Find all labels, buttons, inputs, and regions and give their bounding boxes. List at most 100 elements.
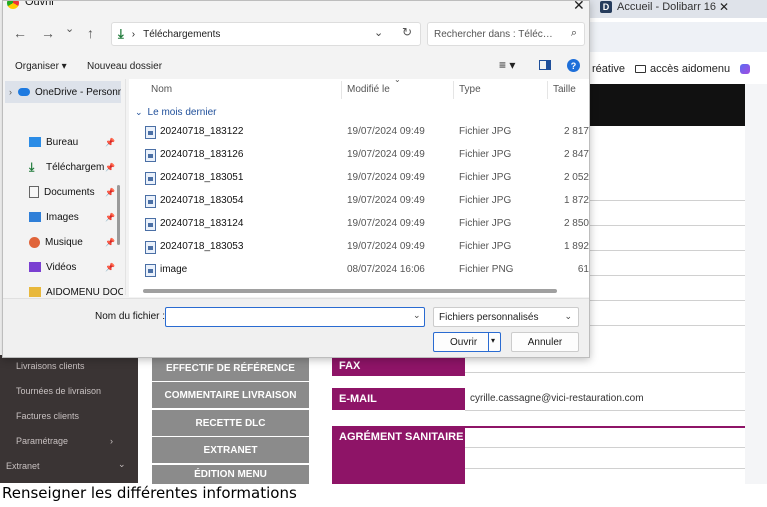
pin-icon[interactable]: 📌: [105, 213, 115, 222]
file-type-select[interactable]: Fichiers personnalisés ⌄: [433, 307, 579, 327]
table-row[interactable]: 20240718_183122 19/07/2024 09:49 Fichier…: [129, 121, 589, 143]
cancel-button[interactable]: Annuler: [511, 332, 579, 352]
group-header[interactable]: ⌄ Le mois dernier: [135, 107, 216, 118]
recent-locations-chevron-icon[interactable]: ⌄: [65, 22, 74, 35]
view-options-icon[interactable]: ≡ ▾: [499, 58, 515, 72]
email-value[interactable]: cyrille.cassagne@vici-restauration.com: [470, 393, 644, 404]
pin-icon[interactable]: 📌: [105, 238, 115, 247]
breadcrumb[interactable]: ⤓ › Téléchargements ⌄ ↻: [111, 22, 421, 46]
divider: [465, 372, 745, 373]
dialog-footer: Nom du fichier : ⌄ Fichiers personnalisé…: [3, 298, 589, 357]
pin-icon[interactable]: 📌: [105, 263, 115, 272]
effectif-reference-button[interactable]: EFFECTIF DE RÉFÉRENCE: [152, 355, 309, 381]
dialog-title: Ouvrir: [25, 0, 55, 8]
sidebar-item-livraisons[interactable]: Livraisons clients: [16, 361, 85, 371]
videos-icon: [29, 262, 41, 272]
pin-icon[interactable]: 📌: [105, 163, 115, 172]
pin-icon[interactable]: 📌: [105, 138, 115, 147]
filename-dropdown-icon[interactable]: ⌄: [413, 310, 421, 321]
bookmarks-bar: réative accès aidomenu: [590, 56, 767, 82]
sidebar-item-parametrage[interactable]: Paramétrage: [16, 436, 68, 446]
nav-item-videos[interactable]: Vidéos 📌: [29, 256, 123, 278]
column-header-modified[interactable]: Modifié le: [347, 84, 390, 95]
horizontal-scrollbar[interactable]: [143, 289, 557, 293]
organize-button[interactable]: Organiser ▾: [15, 61, 67, 72]
new-folder-button[interactable]: Nouveau dossier: [87, 61, 162, 72]
help-icon[interactable]: ?: [567, 59, 580, 72]
column-separator[interactable]: [341, 81, 342, 99]
sort-chevron-icon: ⌄: [394, 75, 401, 84]
browser-tab-title: Accueil - Dolibarr 16: [617, 1, 717, 13]
sidebar-item-factures[interactable]: Factures clients: [16, 411, 79, 421]
divider: [590, 200, 745, 201]
refresh-icon[interactable]: ↻: [402, 25, 412, 39]
nav-pane-scrollbar[interactable]: [117, 185, 120, 245]
breadcrumb-dropdown-icon[interactable]: ⌄: [374, 26, 383, 39]
image-file-icon: [145, 264, 156, 277]
breadcrumb-folder[interactable]: Téléchargements: [143, 29, 220, 40]
open-options-caret-icon[interactable]: ▾: [491, 336, 495, 345]
cloud-icon: [18, 88, 30, 96]
split-divider: [488, 333, 489, 351]
command-bar: Organiser ▾ Nouveau dossier ≡ ▾ ?: [3, 56, 589, 78]
browser-address-bar[interactable]: [590, 22, 767, 52]
pane-splitter[interactable]: [125, 79, 126, 295]
column-header-name[interactable]: Nom: [151, 84, 172, 95]
bookmark-creative[interactable]: réative: [592, 63, 625, 75]
chevron-down-icon: ⌄: [135, 107, 143, 117]
table-row[interactable]: 20240718_183051 19/07/2024 09:49 Fichier…: [129, 167, 589, 189]
divider: [590, 225, 745, 226]
open-file-dialog: Ouvrir ✕ ← → ⌄ ↑ ⤓ › Téléchargements ⌄ ↻…: [2, 0, 590, 358]
agrement-sanitaire-field[interactable]: [465, 428, 745, 484]
image-file-icon: [145, 172, 156, 185]
nav-item-documents[interactable]: Documents 📌: [29, 181, 123, 203]
browser-tab-close-icon[interactable]: ✕: [719, 0, 729, 14]
desktop-icon: [29, 137, 41, 147]
search-icon: ⌕: [570, 27, 577, 39]
fax-label: FAX: [332, 358, 465, 376]
extension-icon[interactable]: [740, 64, 751, 74]
nav-item-telechargements[interactable]: ⤓ Téléchargements 📌: [29, 156, 123, 178]
forward-arrow-icon[interactable]: →: [41, 25, 55, 41]
divider: [590, 275, 745, 276]
extranet-button[interactable]: EXTRANET: [152, 437, 309, 463]
up-arrow-icon[interactable]: ↑: [87, 25, 94, 41]
filename-input[interactable]: [165, 307, 425, 327]
sidebar-item-tournees[interactable]: Tournées de livraison: [16, 386, 101, 396]
table-row[interactable]: image 08/07/2024 16:06 Fichier PNG 61: [129, 259, 589, 281]
file-list: Nom Modifié le ⌄ Type Taille ⌄ Le mois de…: [129, 75, 589, 297]
column-separator[interactable]: [547, 81, 548, 99]
dialog-title-bar: Ouvrir ✕: [3, 1, 589, 13]
table-row[interactable]: 20240718_183054 19/07/2024 09:49 Fichier…: [129, 190, 589, 212]
column-header-type[interactable]: Type: [459, 84, 481, 95]
folder-icon: [29, 287, 41, 297]
table-row[interactable]: 20240718_183126 19/07/2024 09:49 Fichier…: [129, 144, 589, 166]
pin-icon[interactable]: 📌: [105, 188, 115, 197]
column-header-size[interactable]: Taille: [553, 84, 576, 95]
chevron-right-icon[interactable]: ›: [9, 87, 12, 97]
nav-item-images[interactable]: Images 📌: [29, 206, 123, 228]
download-icon: ⤓: [118, 26, 124, 41]
column-separator[interactable]: [453, 81, 454, 99]
chrome-icon: [7, 1, 19, 9]
nav-item-musique[interactable]: Musique 📌: [29, 231, 123, 253]
edition-menu-button[interactable]: ÉDITION MENU: [152, 465, 309, 484]
music-icon: [29, 236, 40, 248]
sidebar-item-extranet[interactable]: Extranet: [6, 461, 40, 471]
chevron-down-icon: ⌄: [564, 311, 572, 321]
table-row[interactable]: 20240718_183053 19/07/2024 09:49 Fichier…: [129, 236, 589, 258]
open-button[interactable]: Ouvrir ▾: [433, 332, 501, 352]
nav-item-bureau[interactable]: Bureau 📌: [29, 131, 123, 153]
preview-pane-icon[interactable]: [539, 60, 551, 70]
back-arrow-icon[interactable]: ←: [13, 25, 27, 41]
dialog-close-icon[interactable]: ✕: [573, 1, 585, 14]
bookmark-aidomenu[interactable]: accès aidomenu: [635, 63, 730, 75]
search-input[interactable]: Rechercher dans : Téléchargements ⌕: [427, 22, 585, 46]
recette-dlc-button[interactable]: RECETTE DLC: [152, 410, 309, 436]
app-header-banner: [590, 84, 745, 126]
commentaire-livraison-button[interactable]: COMMENTAIRE LIVRAISON: [152, 382, 309, 408]
nav-item-onedrive[interactable]: › OneDrive - Personnel: [5, 81, 121, 103]
divider: [590, 250, 745, 251]
nav-item-aidomenu[interactable]: AIDOMENU DOC: [29, 281, 123, 297]
table-row[interactable]: 20240718_183124 19/07/2024 09:49 Fichier…: [129, 213, 589, 235]
